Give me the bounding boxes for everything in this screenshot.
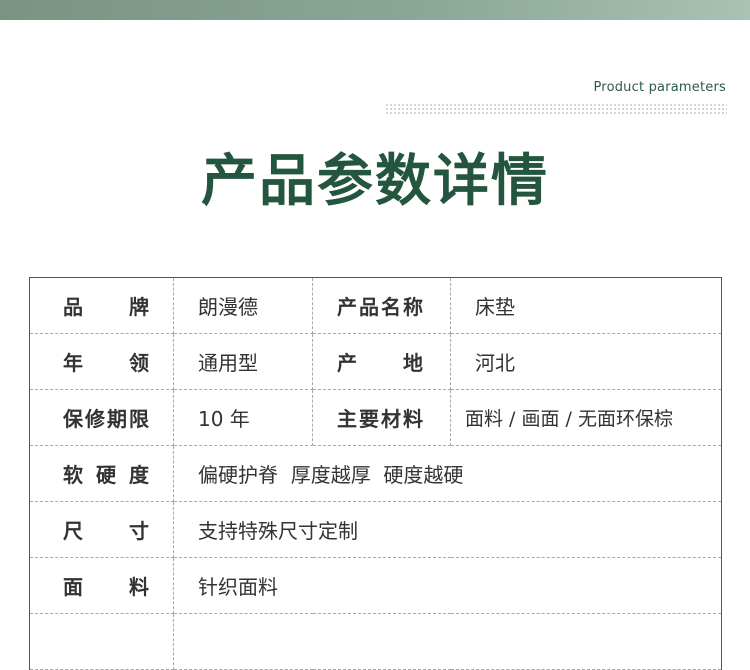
table-row [29,613,722,670]
param-label: 尺 寸 [29,501,174,558]
param-value: 朗漫德 [173,277,313,334]
page-title: 产品参数详情 [201,149,549,214]
table-row: 面 料 针织面料 [29,557,722,614]
top-banner [0,0,750,20]
param-label: 产品名称 [312,277,451,334]
param-label: 主要材料 [312,389,451,446]
section-eyebrow: Product parameters [593,80,726,95]
param-value: 偏硬护脊 厚度越厚 硬度越硬 [173,445,722,502]
param-label: 品 牌 [29,277,174,334]
param-label: 产 地 [312,333,451,390]
table-row: 软 硬 度 偏硬护脊 厚度越厚 硬度越硬 [29,445,722,502]
param-label [29,613,174,670]
param-value: 针织面料 [173,557,722,614]
param-label: 保修期限 [29,389,174,446]
param-value: 河北 [450,333,722,390]
table-row: 尺 寸 支持特殊尺寸定制 [29,501,722,558]
param-value: 通用型 [173,333,313,390]
param-value: 10 年 [173,389,313,446]
param-label: 面 料 [29,557,174,614]
param-label: 软 硬 度 [29,445,174,502]
table-row: 保修期限 10 年 主要材料 面料 / 画面 / 无面环保棕 [29,389,722,446]
param-value: 面料 / 画面 / 无面环保棕 [450,389,722,446]
table-row: 品 牌 朗漫德 产品名称 床垫 [29,277,722,334]
param-value: 支持特殊尺寸定制 [173,501,722,558]
dotted-divider [385,103,727,115]
param-label: 年 领 [29,333,174,390]
table-row: 年 领 通用型 产 地 河北 [29,333,722,390]
param-value [173,613,722,670]
param-value: 床垫 [450,277,722,334]
parameters-table: 品 牌 朗漫德 产品名称 床垫 年 领 通用型 产 地 河北 保修期限 10 年… [29,277,722,670]
